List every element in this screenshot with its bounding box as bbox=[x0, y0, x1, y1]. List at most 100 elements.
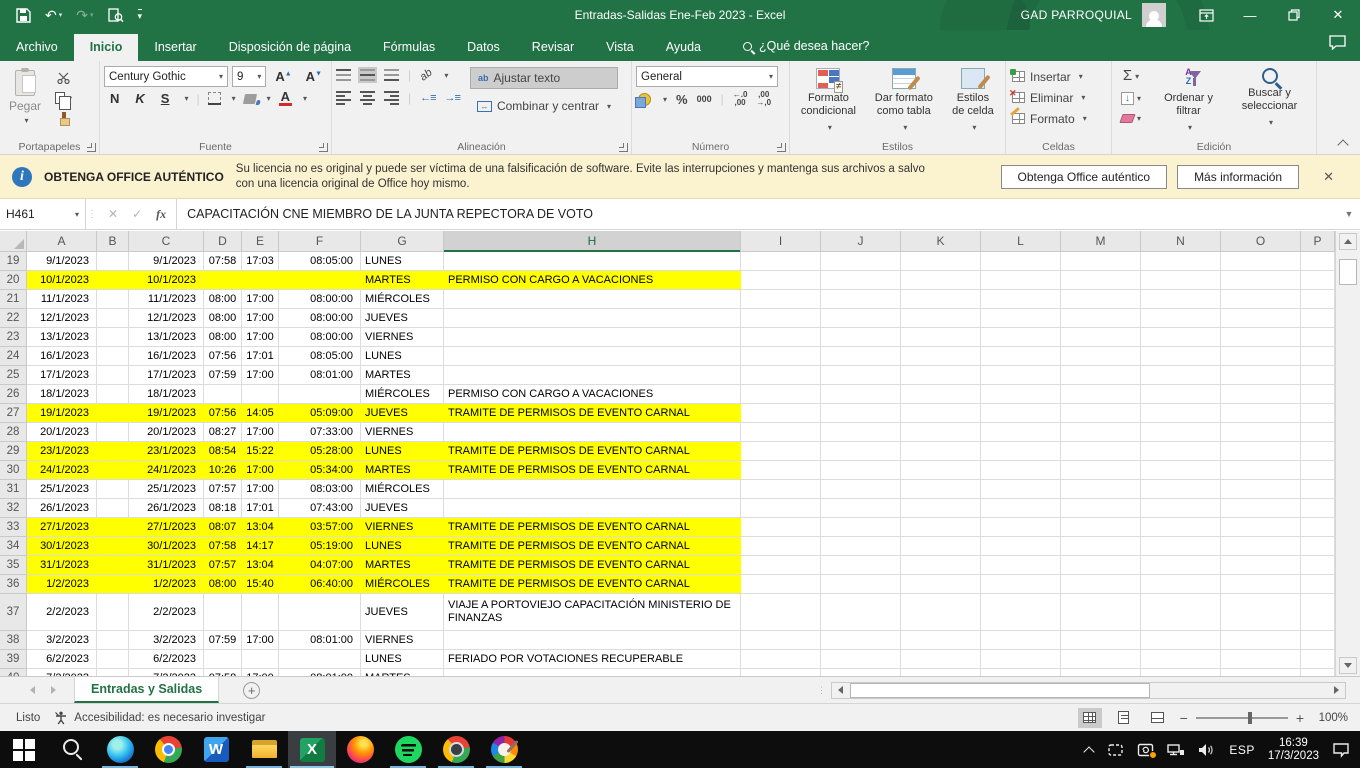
cell-N38[interactable] bbox=[1141, 631, 1221, 650]
print-preview-icon[interactable] bbox=[108, 8, 124, 23]
tab-vista[interactable]: Vista bbox=[590, 34, 650, 61]
cell-G40[interactable]: MARTES bbox=[361, 669, 444, 676]
row-header[interactable]: 29 bbox=[0, 442, 27, 461]
cell-P35[interactable] bbox=[1301, 556, 1335, 575]
cell-E23[interactable]: 17:00 bbox=[242, 328, 279, 347]
row-header[interactable]: 32 bbox=[0, 499, 27, 518]
cell-M38[interactable] bbox=[1061, 631, 1141, 650]
cell-O38[interactable] bbox=[1221, 631, 1301, 650]
cell-D33[interactable]: 08:07 bbox=[204, 518, 242, 537]
cell-K29[interactable] bbox=[901, 442, 981, 461]
cell-F30[interactable]: 05:34:00 bbox=[279, 461, 361, 480]
cell-D21[interactable]: 08:00 bbox=[204, 290, 242, 309]
cell-P36[interactable] bbox=[1301, 575, 1335, 594]
cell-I29[interactable] bbox=[741, 442, 821, 461]
accessibility-status[interactable]: Accesibilidad: es necesario investigar bbox=[54, 711, 265, 725]
row-header[interactable]: 37 bbox=[0, 594, 27, 631]
cell-I37[interactable] bbox=[741, 594, 821, 631]
cell-D20[interactable] bbox=[204, 271, 242, 290]
cell-A22[interactable]: 12/1/2023 bbox=[27, 309, 97, 328]
cell-K22[interactable] bbox=[901, 309, 981, 328]
cell-K24[interactable] bbox=[901, 347, 981, 366]
row-header[interactable]: 33 bbox=[0, 518, 27, 537]
expand-formula-bar-icon[interactable]: ▼ bbox=[1338, 199, 1360, 229]
decrease-indent-icon[interactable]: ←≡ bbox=[420, 92, 435, 104]
cell-B19[interactable] bbox=[97, 252, 129, 271]
cell-I34[interactable] bbox=[741, 537, 821, 556]
tab-datos[interactable]: Datos bbox=[451, 34, 516, 61]
cell-A39[interactable]: 6/2/2023 bbox=[27, 650, 97, 669]
cell-A38[interactable]: 3/2/2023 bbox=[27, 631, 97, 650]
cell-P19[interactable] bbox=[1301, 252, 1335, 271]
cell-K36[interactable] bbox=[901, 575, 981, 594]
cell-B37[interactable] bbox=[97, 594, 129, 631]
cell-M22[interactable] bbox=[1061, 309, 1141, 328]
cell-N26[interactable] bbox=[1141, 385, 1221, 404]
cell-F35[interactable]: 04:07:00 bbox=[279, 556, 361, 575]
fill-color-icon[interactable] bbox=[243, 94, 257, 104]
cell-C23[interactable]: 13/1/2023 bbox=[129, 328, 204, 347]
cell-H33[interactable]: TRAMITE DE PERMISOS DE EVENTO CARNAL bbox=[444, 518, 741, 537]
select-all-corner[interactable] bbox=[0, 231, 27, 251]
orientation-icon[interactable]: ab bbox=[418, 67, 435, 84]
cell-C28[interactable]: 20/1/2023 bbox=[129, 423, 204, 442]
cell-A30[interactable]: 24/1/2023 bbox=[27, 461, 97, 480]
column-header-M[interactable]: M bbox=[1061, 231, 1141, 251]
cell-G21[interactable]: MIÉRCOLES bbox=[361, 290, 444, 309]
cell-G19[interactable]: LUNES bbox=[361, 252, 444, 271]
cell-N39[interactable] bbox=[1141, 650, 1221, 669]
cell-F39[interactable] bbox=[279, 650, 361, 669]
cell-A24[interactable]: 16/1/2023 bbox=[27, 347, 97, 366]
cell-B29[interactable] bbox=[97, 442, 129, 461]
fill-button[interactable]: ↓▾ bbox=[1118, 90, 1144, 107]
cell-D40[interactable]: 07:58 bbox=[204, 669, 242, 676]
cell-B25[interactable] bbox=[97, 366, 129, 385]
cell-J22[interactable] bbox=[821, 309, 901, 328]
cell-F28[interactable]: 07:33:00 bbox=[279, 423, 361, 442]
cell-D38[interactable]: 07:59 bbox=[204, 631, 242, 650]
cell-P20[interactable] bbox=[1301, 271, 1335, 290]
increase-indent-icon[interactable]: →≡ bbox=[445, 92, 460, 104]
autosum-button[interactable]: Σ▾ bbox=[1118, 67, 1144, 85]
cell-G32[interactable]: JUEVES bbox=[361, 499, 444, 518]
cell-B38[interactable] bbox=[97, 631, 129, 650]
cell-K39[interactable] bbox=[901, 650, 981, 669]
cell-P29[interactable] bbox=[1301, 442, 1335, 461]
font-dialog-launcher-icon[interactable] bbox=[319, 143, 328, 152]
cell-M26[interactable] bbox=[1061, 385, 1141, 404]
cell-D26[interactable] bbox=[204, 385, 242, 404]
cell-O19[interactable] bbox=[1221, 252, 1301, 271]
font-color-icon[interactable]: A bbox=[279, 91, 292, 106]
cell-E22[interactable]: 17:00 bbox=[242, 309, 279, 328]
cell-J26[interactable] bbox=[821, 385, 901, 404]
cell-O30[interactable] bbox=[1221, 461, 1301, 480]
cell-J23[interactable] bbox=[821, 328, 901, 347]
cell-P32[interactable] bbox=[1301, 499, 1335, 518]
cell-K26[interactable] bbox=[901, 385, 981, 404]
cell-P38[interactable] bbox=[1301, 631, 1335, 650]
cell-H37[interactable]: VIAJE A PORTOVIEJO CAPACITACIÓN MINISTER… bbox=[444, 594, 741, 631]
cell-J35[interactable] bbox=[821, 556, 901, 575]
underline-caret-icon[interactable]: ▾ bbox=[184, 94, 188, 103]
cell-G36[interactable]: MIÉRCOLES bbox=[361, 575, 444, 594]
column-header-F[interactable]: F bbox=[279, 231, 361, 251]
row-header[interactable]: 36 bbox=[0, 575, 27, 594]
cell-F33[interactable]: 03:57:00 bbox=[279, 518, 361, 537]
cell-L22[interactable] bbox=[981, 309, 1061, 328]
cell-L28[interactable] bbox=[981, 423, 1061, 442]
normal-view-button[interactable] bbox=[1078, 708, 1102, 728]
cell-B27[interactable] bbox=[97, 404, 129, 423]
cell-H40[interactable] bbox=[444, 669, 741, 676]
cell-F40[interactable]: 08:01:00 bbox=[279, 669, 361, 676]
cell-P21[interactable] bbox=[1301, 290, 1335, 309]
cell-B23[interactable] bbox=[97, 328, 129, 347]
sheet-tab-active[interactable]: Entradas y Salidas bbox=[74, 677, 219, 703]
customize-qat-icon[interactable]: ▾ bbox=[138, 9, 143, 22]
cell-I21[interactable] bbox=[741, 290, 821, 309]
splitter-dots[interactable]: ⋮ bbox=[817, 685, 831, 696]
cell-L36[interactable] bbox=[981, 575, 1061, 594]
cell-C37[interactable]: 2/2/2023 bbox=[129, 594, 204, 631]
cell-G26[interactable]: MIÉRCOLES bbox=[361, 385, 444, 404]
feedback-icon[interactable] bbox=[1329, 35, 1346, 61]
cell-J40[interactable] bbox=[821, 669, 901, 676]
